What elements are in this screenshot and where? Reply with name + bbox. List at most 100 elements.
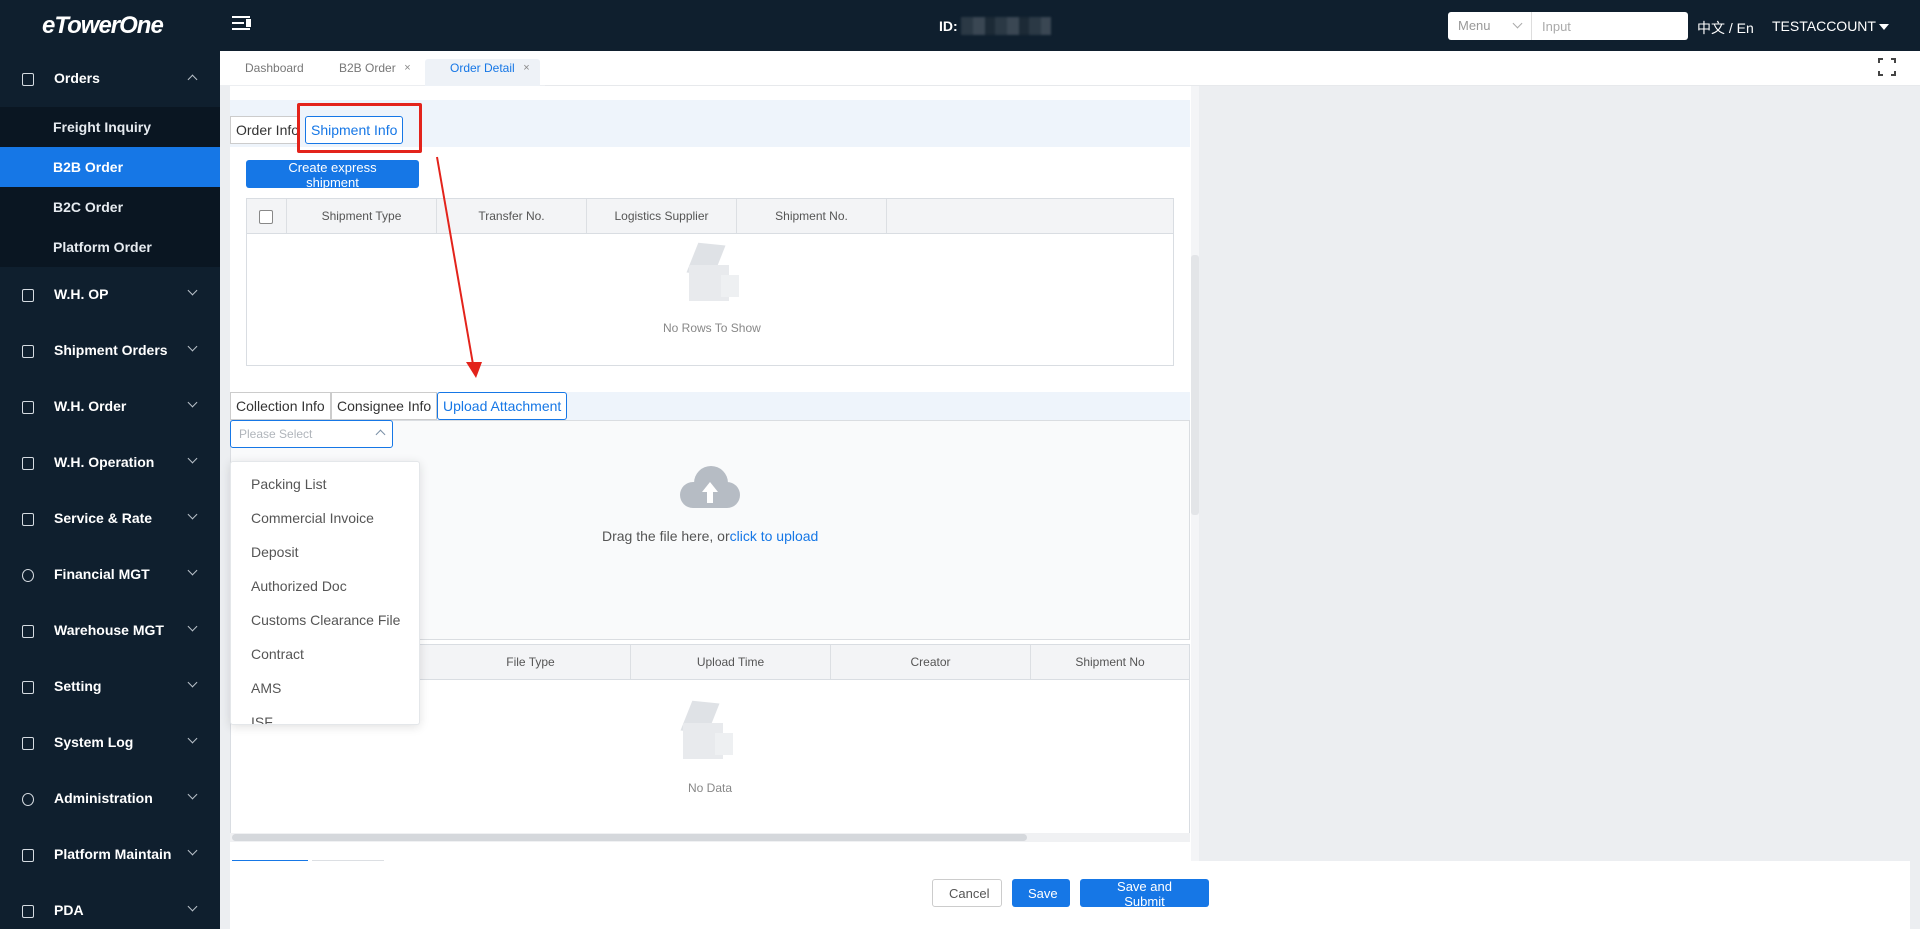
tab-consignee-info[interactable]: Consignee Info bbox=[331, 392, 437, 420]
network-icon bbox=[22, 513, 34, 526]
currency-icon bbox=[22, 569, 34, 582]
apps-icon bbox=[22, 849, 34, 862]
sidebar-item-b2c-order[interactable]: B2C Order bbox=[0, 187, 220, 227]
column-header[interactable]: Upload Time bbox=[631, 645, 831, 679]
chevron-down-icon bbox=[1512, 18, 1523, 29]
select-all-checkbox[interactable] bbox=[259, 210, 273, 224]
settings-grid-icon bbox=[22, 681, 34, 694]
nav-group-wh-op[interactable]: W.H. OP bbox=[0, 267, 220, 323]
sidebar-item-b2b-order[interactable]: B2B Order bbox=[0, 147, 220, 187]
nav-group-system-log[interactable]: System Log bbox=[0, 715, 220, 771]
nav-label: Setting bbox=[54, 678, 102, 694]
chevron-down-icon bbox=[187, 901, 198, 912]
chevron-down-icon bbox=[187, 733, 198, 744]
dropdown-option-customs-clearance-file[interactable]: Customs Clearance File bbox=[251, 612, 400, 628]
document-icon bbox=[22, 401, 34, 414]
dropdown-option-deposit[interactable]: Deposit bbox=[251, 544, 298, 560]
fullscreen-icon[interactable] bbox=[1878, 58, 1896, 76]
select-all-cell bbox=[247, 199, 287, 233]
chevron-up-icon bbox=[375, 429, 386, 440]
dropdown-option-isf[interactable]: ISF bbox=[251, 714, 273, 724]
nav-group-platform-maintain[interactable]: Platform Maintain bbox=[0, 827, 220, 883]
nav-label: PDA bbox=[54, 902, 84, 918]
nav-group-wh-order[interactable]: W.H. Order bbox=[0, 379, 220, 435]
cloud-upload-icon bbox=[680, 464, 740, 510]
right-empty-area bbox=[1199, 86, 1920, 861]
nav-label: Orders bbox=[54, 70, 100, 86]
page-tabs-bar: Dashboard B2B Order × Order Detail × bbox=[220, 51, 1920, 86]
menu-select-value: Menu bbox=[1458, 18, 1491, 33]
empty-box-icon bbox=[677, 239, 747, 309]
column-header[interactable]: File Type bbox=[431, 645, 631, 679]
close-icon[interactable]: × bbox=[404, 59, 410, 78]
close-icon[interactable]: × bbox=[523, 59, 529, 78]
orders-icon bbox=[22, 73, 34, 86]
sidebar: Orders Freight Inquiry B2B Order B2C Ord… bbox=[0, 51, 220, 929]
nav-group-warehouse-mgt[interactable]: Warehouse MGT bbox=[0, 603, 220, 659]
shipment-grid: Shipment Type Transfer No. Logistics Sup… bbox=[246, 198, 1174, 366]
click-to-upload-link[interactable]: click to upload bbox=[730, 528, 819, 544]
nav-label: System Log bbox=[54, 734, 134, 750]
dropdown-option-commercial-invoice[interactable]: Commercial Invoice bbox=[251, 510, 374, 526]
log-icon bbox=[22, 737, 34, 750]
nav-label: Warehouse MGT bbox=[54, 622, 164, 638]
nav-group-administration[interactable]: Administration bbox=[0, 771, 220, 827]
save-button[interactable]: Save bbox=[1012, 879, 1070, 907]
column-header[interactable]: Shipment No bbox=[1031, 645, 1189, 679]
nav-group-service-rate[interactable]: Service & Rate bbox=[0, 491, 220, 547]
column-header[interactable]: Transfer No. bbox=[437, 199, 587, 233]
tab-label: Dashboard bbox=[245, 61, 304, 75]
nav-group-orders[interactable]: Orders bbox=[0, 51, 220, 107]
nav-group-setting[interactable]: Setting bbox=[0, 659, 220, 715]
nav-label: W.H. Order bbox=[54, 398, 127, 414]
tab-order-detail[interactable]: Order Detail × bbox=[425, 59, 540, 86]
annotation-highlight-box bbox=[297, 103, 422, 153]
chevron-down-icon bbox=[187, 565, 198, 576]
horizontal-scroll-thumb[interactable] bbox=[232, 834, 1027, 841]
orders-submenu: Freight Inquiry B2B Order B2C Order Plat… bbox=[0, 107, 220, 267]
caret-down-icon bbox=[1878, 24, 1889, 31]
nav-group-financial-mgt[interactable]: Financial MGT bbox=[0, 547, 220, 603]
sidebar-item-freight-inquiry[interactable]: Freight Inquiry bbox=[0, 107, 220, 147]
horizontal-scrollbar[interactable] bbox=[230, 833, 1190, 842]
dropdown-option-packing-list[interactable]: Packing List bbox=[251, 476, 326, 492]
column-header[interactable]: Shipment Type bbox=[287, 199, 437, 233]
column-header[interactable]: Logistics Supplier bbox=[587, 199, 737, 233]
dropdown-option-authorized-doc[interactable]: Authorized Doc bbox=[251, 578, 347, 594]
column-header[interactable]: Creator bbox=[831, 645, 1031, 679]
nav-group-wh-operation[interactable]: W.H. Operation bbox=[0, 435, 220, 491]
shipment-grid-header: Shipment Type Transfer No. Logistics Sup… bbox=[247, 199, 1173, 234]
menu-select[interactable]: Menu bbox=[1448, 12, 1532, 40]
column-header[interactable]: Shipment No. bbox=[737, 199, 887, 233]
upload-instructions: Drag the file here, orclick to upload bbox=[602, 528, 818, 544]
chevron-down-icon bbox=[187, 845, 198, 856]
chevron-down-icon bbox=[187, 453, 198, 464]
tablet-icon bbox=[22, 905, 34, 918]
cancel-button[interactable]: Cancel bbox=[932, 879, 1002, 907]
nav-label: W.H. Operation bbox=[54, 454, 155, 470]
chevron-down-icon bbox=[187, 677, 198, 688]
top-bar: eTowerOne ID: Menu 中文 / En TESTACCOUNT bbox=[0, 0, 1920, 51]
menu-toggle-icon[interactable] bbox=[232, 16, 252, 34]
menu-search-input[interactable] bbox=[1532, 12, 1688, 40]
nav-label: W.H. OP bbox=[54, 286, 109, 302]
tab-order-info[interactable]: Order Info bbox=[230, 116, 300, 144]
nav-group-pda[interactable]: PDA bbox=[0, 883, 220, 929]
create-express-shipment-button[interactable]: Create express shipment bbox=[246, 160, 419, 190]
nav-group-shipment-orders[interactable]: Shipment Orders bbox=[0, 323, 220, 379]
tab-collection-info[interactable]: Collection Info bbox=[230, 392, 331, 420]
upload-hint: Drag the file here, or bbox=[602, 528, 730, 544]
sidebar-item-platform-order[interactable]: Platform Order bbox=[0, 227, 220, 267]
dropdown-option-contract[interactable]: Contract bbox=[251, 646, 304, 662]
vertical-scroll-thumb[interactable] bbox=[1191, 255, 1199, 515]
dropdown-option-ams[interactable]: AMS bbox=[251, 680, 281, 696]
app-logo: eTowerOne bbox=[42, 12, 164, 39]
tab-upload-attachment[interactable]: Upload Attachment bbox=[437, 392, 567, 420]
tab-label: Order Detail bbox=[450, 61, 515, 75]
language-switch[interactable]: 中文 / En bbox=[1697, 18, 1754, 38]
tab-dashboard[interactable]: Dashboard bbox=[220, 59, 329, 86]
file-type-select[interactable]: Please Select bbox=[230, 420, 393, 448]
tab-b2b-order[interactable]: B2B Order × bbox=[314, 59, 421, 86]
account-menu[interactable]: TESTACCOUNT bbox=[1772, 18, 1889, 34]
save-and-submit-button[interactable]: Save and Submit bbox=[1080, 879, 1209, 909]
